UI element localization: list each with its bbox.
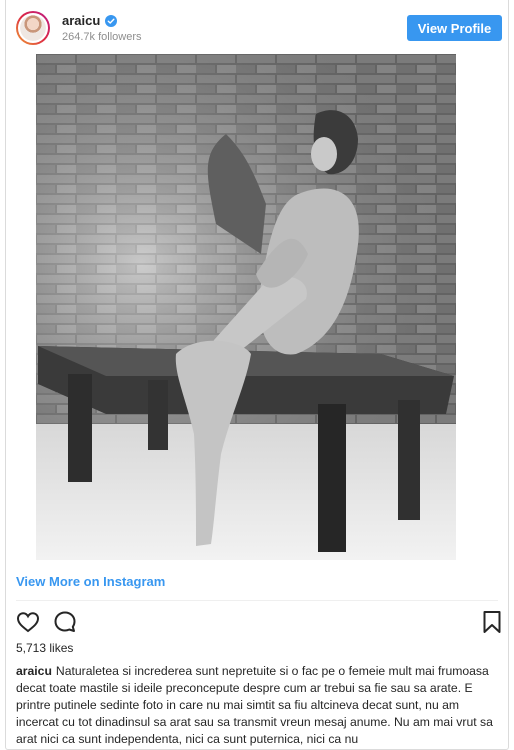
likes-count[interactable]: 5,713 likes — [16, 641, 73, 655]
action-bar — [6, 606, 508, 638]
avatar[interactable] — [16, 11, 50, 45]
post-header: araicu 264.7k followers View Profile — [6, 0, 508, 54]
post-photo — [36, 54, 456, 560]
view-more-link[interactable]: View More on Instagram — [16, 574, 165, 589]
divider — [16, 600, 498, 601]
username-row: araicu — [62, 13, 118, 28]
username[interactable]: araicu — [62, 13, 100, 28]
caption-username[interactable]: araicu — [16, 664, 52, 678]
caption-text: Naturaletea si increderea sunt nepretuit… — [16, 664, 493, 746]
post-image[interactable] — [36, 54, 456, 560]
avatar-image — [18, 13, 48, 43]
instagram-embed: araicu 264.7k followers View Profile Vie… — [5, 0, 509, 750]
followers-count: 264.7k followers — [62, 31, 142, 43]
verified-badge-icon — [105, 14, 118, 27]
bookmark-icon[interactable] — [478, 608, 506, 636]
post-caption: araicu Naturaletea si increderea sunt nep… — [16, 663, 500, 748]
heart-icon[interactable] — [14, 608, 42, 636]
avatar-photo — [20, 15, 46, 41]
comment-icon[interactable] — [51, 608, 79, 636]
view-profile-button[interactable]: View Profile — [407, 15, 502, 41]
